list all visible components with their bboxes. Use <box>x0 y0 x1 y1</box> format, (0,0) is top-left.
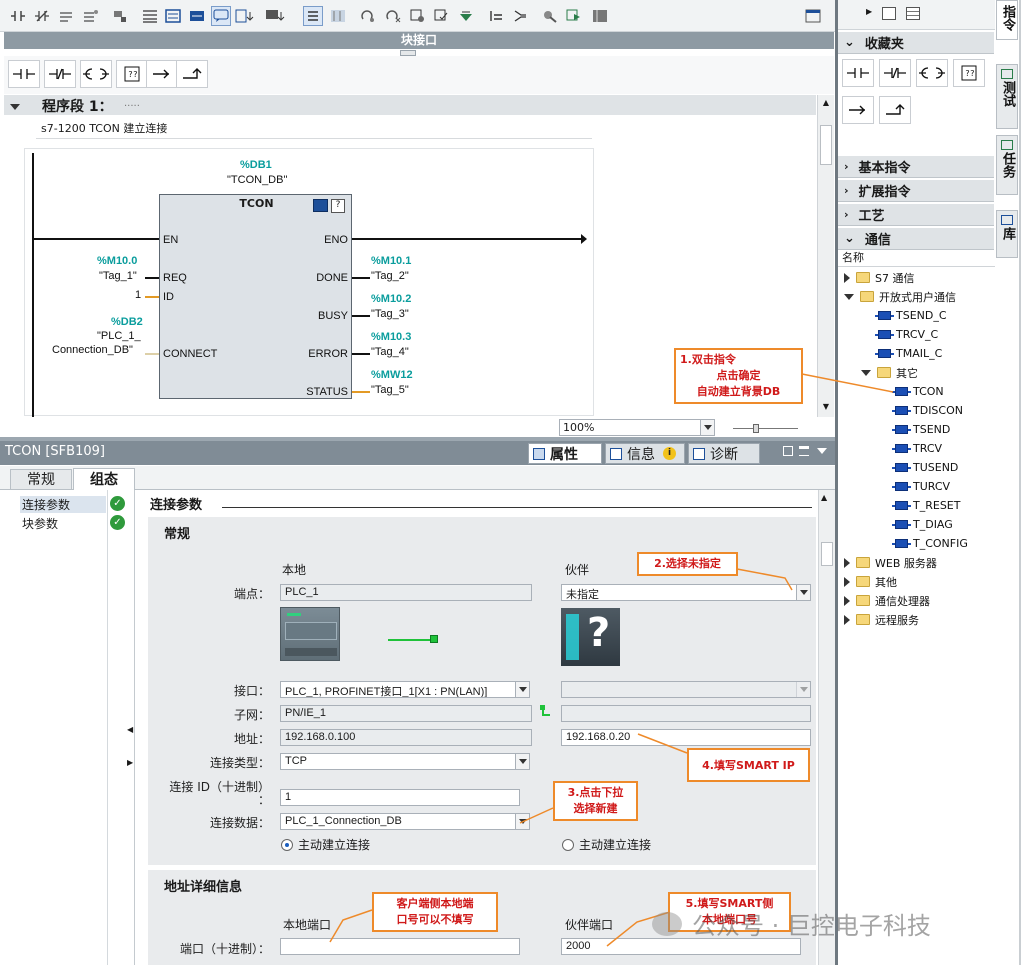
callout3-line2: 选择新建 <box>573 802 618 815</box>
callout-double-click: 1.双击指令 点击确定 自动建立背景DB <box>674 348 803 404</box>
callout-smart-ip: 4.填写SMART IP <box>687 748 810 782</box>
callout-dropdown-new: 3.点击下拉 选择新建 <box>553 781 638 821</box>
callout-leader-lines <box>329 373 894 947</box>
callout3-line1: 3.点击下拉 <box>567 786 624 799</box>
callout1-line1: 1.双击指令 <box>680 353 736 366</box>
callout-client-port: 客户端侧本地端 口号可以不填写 <box>372 892 498 932</box>
callout6-line1: 客户端侧本地端 <box>396 897 474 910</box>
wechat-icon <box>652 911 682 936</box>
watermark: 公众号 · 巨控电子科技 <box>652 906 931 941</box>
watermark-text: 公众号 · 巨控电子科技 <box>692 912 931 940</box>
callout-select-unspecified: 2.选择未指定 <box>637 552 738 576</box>
callout1-line2: 点击确定 <box>716 369 761 382</box>
callout4-text: 4.填写SMART IP <box>702 759 795 772</box>
callout6-line2: 口号可以不填写 <box>396 913 474 926</box>
callout2-text: 2.选择未指定 <box>654 557 721 570</box>
callout1-line3: 自动建立背景DB <box>696 385 781 398</box>
